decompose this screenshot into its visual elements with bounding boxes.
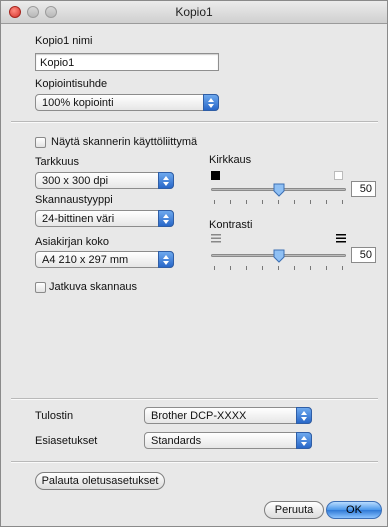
slider-tick [342, 266, 343, 270]
light-square-icon [334, 171, 343, 180]
restore-defaults-button[interactable]: Palauta oletusasetukset [35, 472, 165, 490]
presets-select[interactable]: Standards [144, 432, 312, 449]
slider-tick [310, 200, 311, 204]
slider-tick [342, 200, 343, 204]
slider-tick [230, 266, 231, 270]
slider-tick [214, 200, 215, 204]
slider-tick [278, 266, 279, 270]
popup-arrows-icon [158, 172, 174, 189]
high-contrast-icon [336, 234, 346, 243]
slider-tick [230, 200, 231, 204]
slider-tick [262, 266, 263, 270]
slider-tick [326, 266, 327, 270]
continuous-scan-label: Jatkuva skannaus [49, 281, 138, 293]
copy-settings-window: Kopio1 Kopio1 nimi Kopio1 Kopiointisuhde… [0, 0, 388, 527]
popup-arrows-icon [158, 210, 174, 227]
slider-tick [278, 200, 279, 204]
dark-square-icon [211, 171, 220, 180]
printer-select[interactable]: Brother DCP-XXXX [144, 407, 312, 424]
low-contrast-icon [211, 234, 221, 243]
document-size-value: A4 210 x 297 mm [42, 254, 129, 266]
popup-arrows-icon [296, 432, 312, 449]
slider-tick [246, 266, 247, 270]
slider-tick [294, 266, 295, 270]
presets-label: Esiasetukset [35, 435, 98, 447]
scan-type-select[interactable]: 24-bittinen väri [35, 210, 174, 227]
brightness-label: Kirkkaus [209, 154, 252, 166]
popup-arrows-icon [158, 251, 174, 268]
copy-ratio-select[interactable]: 100% kopiointi [35, 94, 219, 111]
popup-arrows-icon [203, 94, 219, 111]
brightness-value-field[interactable]: 50 [351, 181, 376, 197]
scan-type-label: Skannaustyyppi [35, 194, 113, 206]
show-scanner-ui-checkbox[interactable] [35, 137, 46, 148]
resolution-value: 300 x 300 dpi [42, 175, 109, 187]
contrast-label: Kontrasti [209, 219, 253, 231]
cancel-button[interactable]: Peruuta [264, 501, 324, 519]
copy-name-label: Kopio1 nimi [35, 35, 93, 47]
copy-ratio-value: 100% kopiointi [42, 97, 114, 109]
document-size-label: Asiakirjan koko [35, 236, 109, 248]
resolution-label: Tarkkuus [35, 156, 80, 168]
window-title: Kopio1 [175, 5, 213, 19]
slider-tick [262, 200, 263, 204]
slider-tick [326, 200, 327, 204]
printer-label: Tulostin [35, 410, 74, 422]
ok-button[interactable]: OK [326, 501, 382, 519]
presets-value: Standards [151, 435, 202, 447]
contrast-slider-knob[interactable] [273, 249, 285, 263]
document-size-select[interactable]: A4 210 x 297 mm [35, 251, 174, 268]
show-scanner-ui-label: Näytä skannerin käyttöliittymä [51, 136, 198, 148]
separator [11, 461, 378, 463]
popup-arrows-icon [296, 407, 312, 424]
separator [11, 398, 378, 400]
separator [11, 121, 378, 123]
slider-tick [214, 266, 215, 270]
copy-ratio-label: Kopiointisuhde [35, 78, 108, 90]
title-bar: Kopio1 [1, 1, 387, 24]
printer-value: Brother DCP-XXXX [151, 410, 247, 422]
scan-type-value: 24-bittinen väri [42, 213, 115, 225]
contrast-value-field[interactable]: 50 [351, 247, 376, 263]
brightness-slider-knob[interactable] [273, 183, 285, 197]
resolution-select[interactable]: 300 x 300 dpi [35, 172, 174, 189]
continuous-scan-checkbox[interactable] [35, 282, 46, 293]
slider-tick [246, 200, 247, 204]
slider-tick [310, 266, 311, 270]
copy-name-field[interactable]: Kopio1 [35, 53, 219, 71]
slider-tick [294, 200, 295, 204]
